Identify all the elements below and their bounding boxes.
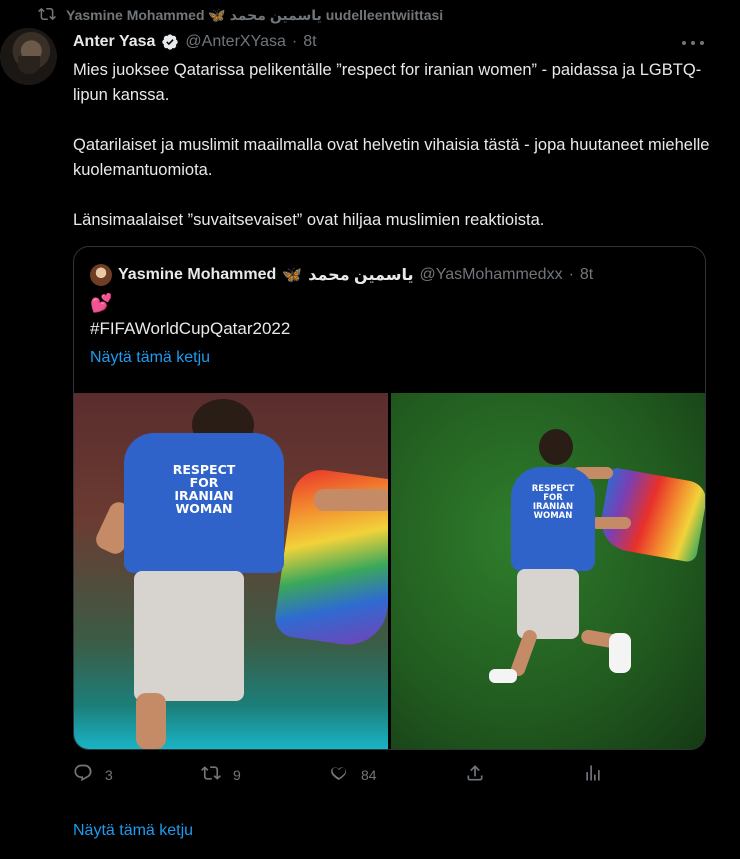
- quote-author-name[interactable]: Yasmine Mohammed: [118, 266, 276, 284]
- verified-badge-icon: [161, 33, 179, 51]
- shoe: [489, 669, 517, 683]
- tweet-header: Anter Yasa @AnterXYasa · 8t: [73, 32, 317, 52]
- butterfly-emoji: 🦋: [282, 267, 303, 284]
- reply-icon: [73, 763, 93, 786]
- photo-right[interactable]: RESPECT FOR IRANIAN WOMAN: [391, 393, 705, 749]
- author-name[interactable]: Anter Yasa: [73, 33, 155, 51]
- show-thread-link[interactable]: Näytä tämä ketju: [73, 822, 193, 840]
- separator-dot: ·: [568, 266, 574, 283]
- retweet-button[interactable]: 9: [201, 763, 241, 786]
- shorts: [134, 571, 244, 701]
- tweet-paragraph: Länsimaalaiset ”suvaitsevaiset” ovat hil…: [73, 211, 545, 229]
- show-thread-link[interactable]: Näytä tämä ketju: [90, 349, 210, 367]
- tweet-paragraph: Qatarilaiset ja muslimit maailmalla ovat…: [73, 136, 710, 179]
- hashtag[interactable]: #FIFAWorldCupQatar2022: [90, 319, 290, 339]
- person-head: [539, 429, 573, 465]
- analytics-button[interactable]: [583, 763, 603, 786]
- shirt: RESPECT FOR IRANIAN WOMAN: [511, 467, 595, 571]
- separator-dot: ·: [291, 33, 298, 50]
- share-button[interactable]: [465, 763, 485, 786]
- photo-left[interactable]: RESPECT FOR IRANIAN WOMAN: [74, 393, 388, 749]
- hearts-emoji: 💕: [90, 293, 113, 313]
- reply-button[interactable]: 3: [73, 763, 113, 786]
- rainbow-flag: [596, 466, 705, 564]
- leg: [136, 693, 166, 749]
- tweet-actions: 3 9 84: [73, 763, 633, 789]
- like-count: 84: [361, 766, 377, 783]
- share-icon: [465, 763, 485, 786]
- author-handle[interactable]: @AnterXYasa: [185, 33, 285, 51]
- retweet-label: Yasmine Mohammed 🦋 ياسمين محمد uudelleen…: [66, 6, 444, 23]
- retweet-icon: [38, 5, 56, 26]
- analytics-icon: [583, 763, 603, 786]
- like-button[interactable]: 84: [329, 763, 377, 786]
- more-icon[interactable]: [682, 34, 704, 52]
- heart-icon: [329, 763, 349, 786]
- arm: [314, 489, 388, 511]
- quote-author-arabic-name: ياسمين محمد: [308, 267, 414, 284]
- shorts: [517, 569, 579, 639]
- quote-header: Yasmine Mohammed 🦋 ياسمين محمد @YasMoham…: [90, 264, 593, 286]
- retweet-count: 9: [233, 766, 241, 783]
- shoe: [609, 633, 631, 673]
- retweet-context[interactable]: Yasmine Mohammed 🦋 ياسمين محمد uudelleen…: [38, 5, 443, 25]
- tweet-time[interactable]: 8t: [303, 33, 316, 51]
- quote-handle[interactable]: @YasMohammedxx: [419, 266, 562, 284]
- retweet-icon: [201, 763, 221, 786]
- shirt: RESPECT FOR IRANIAN WOMAN: [124, 433, 284, 573]
- author-avatar[interactable]: [0, 28, 57, 85]
- tweet-text: Mies juoksee Qatarissa pelikentälle ”res…: [73, 58, 713, 258]
- quoted-tweet[interactable]: Yasmine Mohammed 🦋 ياسمين محمد @YasMoham…: [73, 246, 706, 750]
- quote-time[interactable]: 8t: [580, 266, 593, 284]
- quote-avatar[interactable]: [90, 264, 112, 286]
- reply-count: 3: [105, 766, 113, 783]
- arm: [591, 517, 631, 529]
- tweet-paragraph: Mies juoksee Qatarissa pelikentälle ”res…: [73, 61, 702, 104]
